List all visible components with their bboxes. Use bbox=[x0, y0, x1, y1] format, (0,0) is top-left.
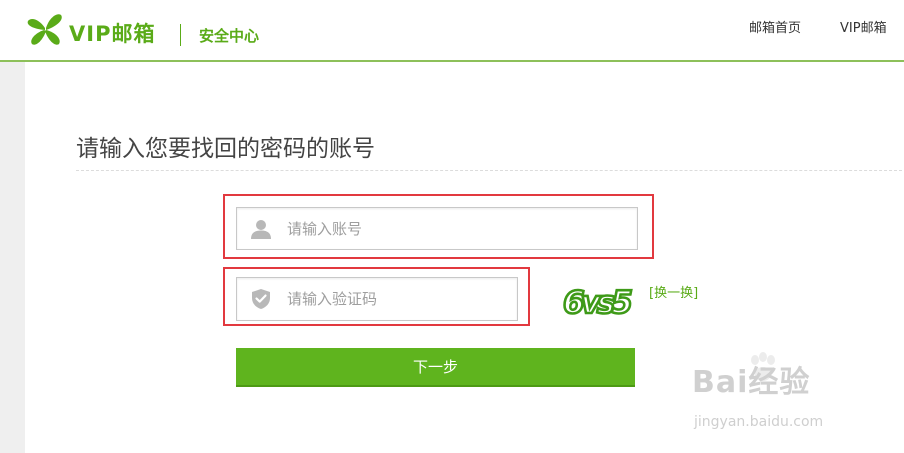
captcha-input[interactable] bbox=[287, 278, 507, 320]
watermark-text: Bai经验 bbox=[692, 365, 811, 400]
captcha-image[interactable]: 6vs5 bbox=[561, 280, 639, 322]
left-sidebar-strip bbox=[0, 62, 25, 453]
header-divider bbox=[180, 24, 181, 46]
account-field[interactable] bbox=[236, 207, 638, 250]
account-input[interactable] bbox=[287, 208, 627, 249]
top-header: VIP邮箱 安全中心 邮箱首页 VIP邮箱 bbox=[0, 0, 904, 62]
watermark-url: jingyan.baidu.com bbox=[694, 414, 824, 430]
brand-name[interactable]: VIP邮箱 bbox=[69, 22, 155, 46]
refresh-captcha-link[interactable]: [换一换] bbox=[649, 285, 698, 303]
security-center-title: 安全中心 bbox=[199, 27, 260, 45]
nav-mailbox-home[interactable]: 邮箱首页 bbox=[749, 20, 801, 38]
captcha-text: 6vs5 bbox=[563, 285, 631, 321]
dashed-divider bbox=[76, 170, 902, 171]
nav-vip-mail[interactable]: VIP邮箱 bbox=[840, 20, 887, 38]
shield-check-icon bbox=[252, 289, 270, 309]
next-step-button[interactable]: 下一步 bbox=[236, 348, 635, 387]
clover-logo-icon[interactable] bbox=[25, 9, 65, 49]
user-icon bbox=[251, 220, 271, 239]
page-title: 请输入您要找回的密码的账号 bbox=[76, 136, 375, 162]
captcha-field[interactable] bbox=[236, 277, 518, 321]
